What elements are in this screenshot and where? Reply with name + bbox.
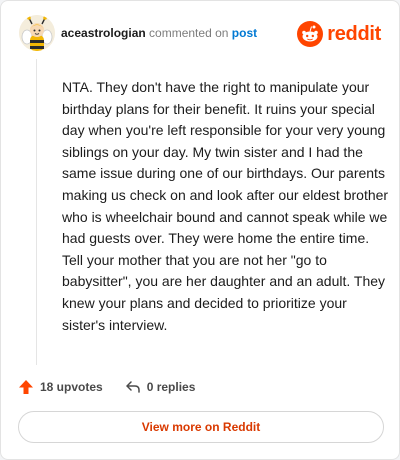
avatar[interactable] (19, 15, 55, 51)
avatar-bee-icon (19, 15, 55, 51)
thread-line (36, 59, 37, 365)
reply-arrow-icon (125, 381, 140, 393)
reddit-wordmark: reddit (327, 22, 381, 45)
reddit-logo[interactable]: reddit (297, 20, 381, 48)
embedded-comment-card: aceastrologian commented on post reddit … (0, 0, 400, 460)
author-username[interactable]: aceastrologian (61, 26, 146, 40)
view-more-button[interactable]: View more on Reddit (18, 411, 384, 443)
post-link[interactable]: post (232, 26, 257, 40)
upvote-count: 18 upvotes (40, 380, 103, 394)
comment-header: aceastrologian commented on post reddit (19, 15, 383, 55)
reply-button[interactable]: 0 replies (125, 379, 196, 395)
upvote-button[interactable]: 18 upvotes (18, 379, 103, 395)
comment-byline: aceastrologian commented on post (61, 26, 257, 40)
upvote-arrow-icon (19, 380, 33, 394)
reddit-snoo-icon (297, 21, 324, 47)
action-text: commented on (149, 26, 229, 40)
comment-body: NTA. They don't have the right to manipu… (62, 79, 389, 333)
comment-actions: 18 upvotes 0 replies (18, 377, 195, 397)
reply-count: 0 replies (146, 380, 196, 394)
